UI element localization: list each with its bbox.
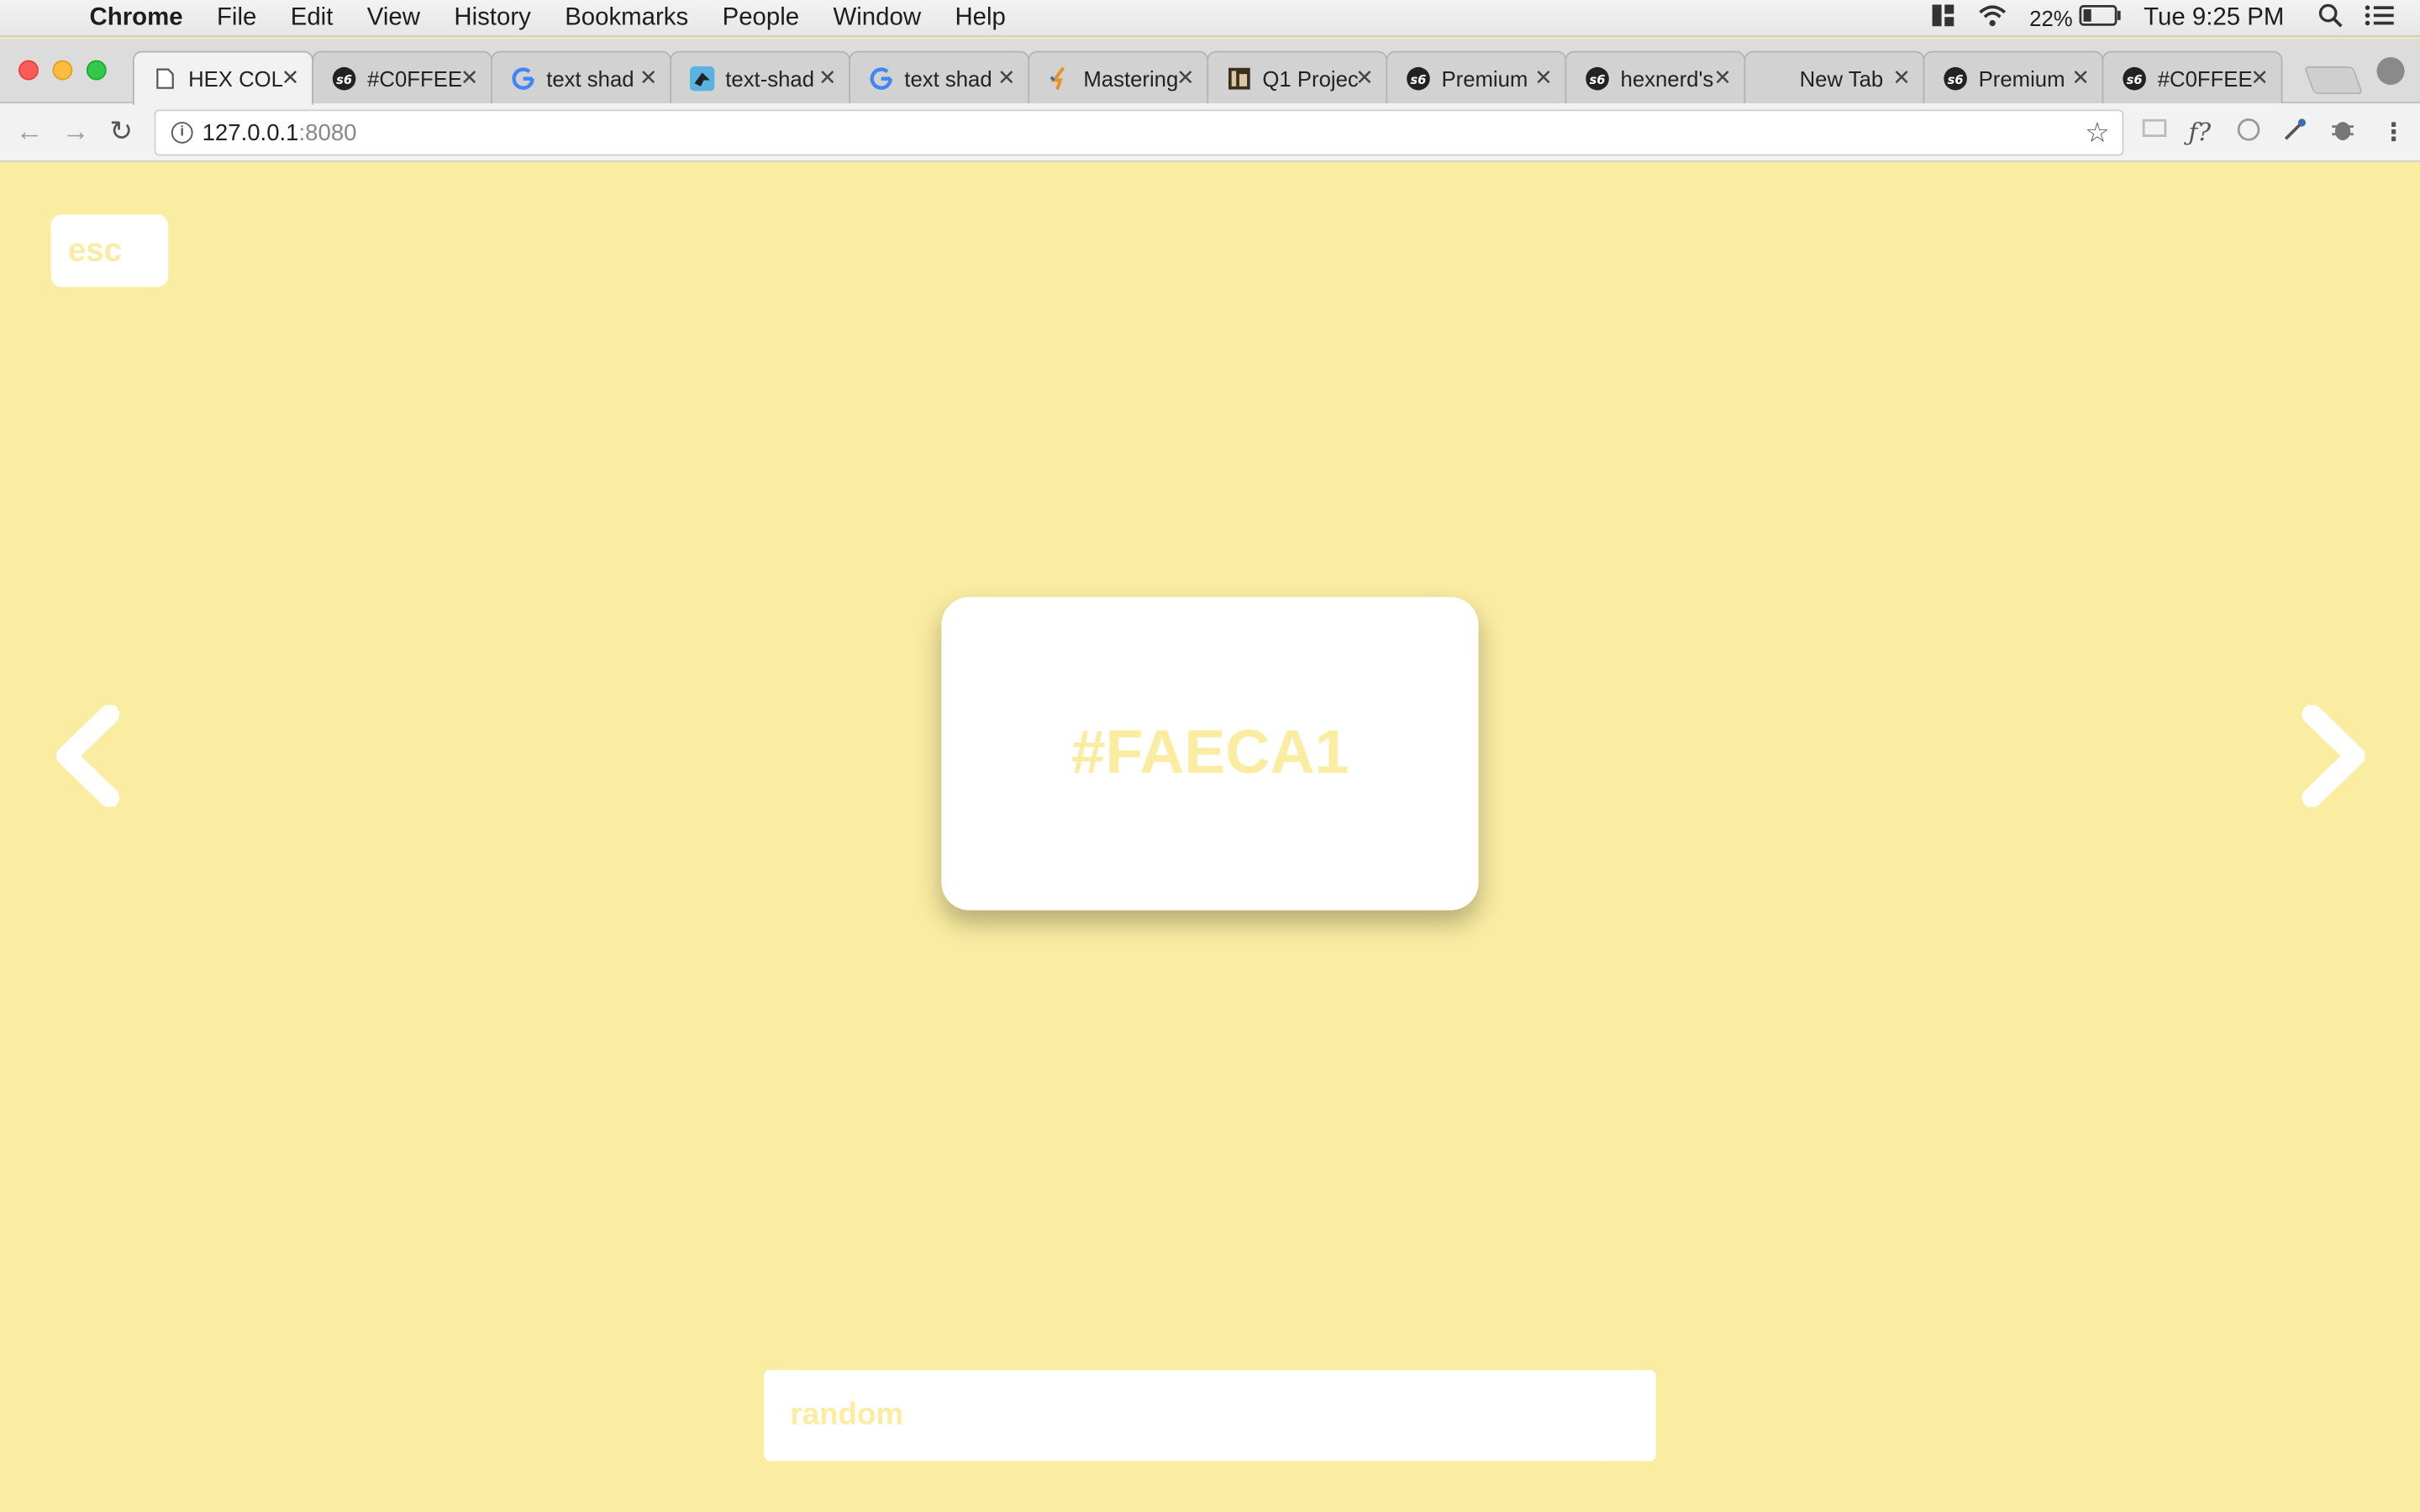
bird-icon: [690, 66, 715, 91]
svg-text:s6: s6: [2127, 72, 2143, 87]
profile-avatar-icon[interactable]: [2376, 56, 2405, 86]
url-port: :8080: [298, 119, 357, 146]
browser-tab[interactable]: text shad ✕: [849, 50, 1030, 104]
tab-title: Mastering: [1083, 66, 1179, 91]
page-content: esc #FAECA1 random: [0, 161, 2420, 1512]
svg-text:s6: s6: [1410, 72, 1426, 87]
clock[interactable]: Tue 9:25 PM: [2144, 5, 2284, 33]
so-icon: s6: [1406, 66, 1430, 90]
menu-file[interactable]: File: [217, 4, 256, 32]
forward-arrow-icon[interactable]: →: [61, 116, 89, 149]
so-icon: s6: [1585, 66, 1609, 90]
close-tab-icon[interactable]: ✕: [1713, 65, 1732, 91]
menu-chrome[interactable]: Chrome: [90, 4, 183, 32]
tab-title: #C0FFEE: [367, 66, 463, 91]
browser-tab[interactable]: s6 Premium ✕: [1923, 50, 2104, 104]
browser-tab[interactable]: s6 #C0FFEE ✕: [312, 50, 492, 104]
tab-title: #C0FFEE: [2157, 66, 2253, 91]
close-tab-icon[interactable]: ✕: [460, 65, 479, 91]
wifi-icon[interactable]: [1977, 3, 2008, 35]
close-tab-icon[interactable]: ✕: [818, 65, 837, 91]
tab-strip: HEX COL ✕ s6 #C0FFEE ✕ text shad ✕ text-shad ✕ te…: [0, 38, 2420, 105]
browser-tab[interactable]: text-shad ✕: [670, 50, 851, 104]
bug-extension-icon[interactable]: [2330, 118, 2354, 150]
reload-icon[interactable]: ↻: [109, 116, 133, 149]
google-icon: [869, 66, 893, 90]
notification-center-icon[interactable]: [2365, 3, 2396, 35]
menu-bookmarks[interactable]: Bookmarks: [565, 4, 688, 32]
next-arrow-icon[interactable]: [2300, 705, 2370, 807]
bookmark-star-icon[interactable]: ☆: [2085, 118, 2110, 150]
tab-title: text shad: [546, 66, 634, 91]
svg-text:s6: s6: [336, 72, 352, 87]
back-arrow-icon[interactable]: ←: [15, 116, 43, 149]
so-icon: s6: [332, 66, 356, 90]
eyedropper-extension-icon[interactable]: [2282, 118, 2307, 150]
tab-title: Premium: [1441, 66, 1528, 91]
esc-button[interactable]: esc: [50, 214, 169, 287]
menu-people[interactable]: People: [723, 4, 800, 32]
svg-text:s6: s6: [1948, 72, 1964, 87]
site-info-icon[interactable]: i: [171, 122, 193, 144]
close-tab-icon[interactable]: ✕: [1892, 65, 1911, 91]
close-tab-icon[interactable]: ✕: [2250, 65, 2269, 91]
close-tab-icon[interactable]: ✕: [1176, 65, 1195, 91]
doc-icon: [1227, 66, 1251, 90]
document-icon: [153, 66, 177, 91]
zoom-window-button[interactable]: [86, 60, 107, 81]
font-extension-icon[interactable]: ƒ?: [2188, 118, 2211, 147]
battery-icon[interactable]: [2079, 4, 2122, 34]
hex-color-card: #FAECA1: [941, 596, 1479, 911]
so-icon: s6: [2122, 66, 2146, 90]
browser-toolbar: ← → ↻ i 127.0.0.1:8080 ☆ ƒ? ⋮: [0, 103, 2420, 162]
window-controls: [18, 60, 120, 81]
close-tab-icon[interactable]: ✕: [281, 65, 300, 91]
previous-arrow-icon[interactable]: [51, 705, 122, 807]
macos-menu-bar: Chrome File Edit View History Bookmarks …: [0, 0, 2420, 38]
tab-title: New Tab: [1799, 66, 1884, 91]
address-bar[interactable]: i 127.0.0.1:8080 ☆: [154, 109, 2124, 156]
close-tab-icon[interactable]: ✕: [997, 65, 1016, 91]
tab-title: text shad: [904, 66, 992, 91]
close-tab-icon[interactable]: ✕: [1355, 65, 1374, 91]
menu-view[interactable]: View: [367, 4, 420, 32]
close-tab-icon[interactable]: ✕: [1534, 65, 1553, 91]
chrome-menu-icon[interactable]: ⋮: [2381, 118, 2406, 149]
close-window-button[interactable]: [18, 60, 39, 81]
extension-circle-icon[interactable]: [2236, 118, 2260, 150]
close-tab-icon[interactable]: ✕: [2071, 65, 2090, 91]
spark-icon: [1048, 66, 1072, 90]
url-host: 127.0.0.1: [202, 119, 299, 146]
google-icon: [511, 66, 535, 90]
tab-title: Q1 Projec: [1262, 66, 1359, 91]
tab-title: hexnerd's: [1620, 66, 1714, 91]
menu-help[interactable]: Help: [955, 4, 1005, 32]
browser-tab[interactable]: text shad ✕: [491, 50, 671, 104]
minimize-window-button[interactable]: [52, 60, 73, 81]
browser-tab[interactable]: Mastering ✕: [1028, 50, 1209, 104]
menu-window[interactable]: Window: [834, 4, 922, 32]
close-tab-icon[interactable]: ✕: [639, 65, 658, 91]
tab-title: Premium: [1978, 66, 2065, 91]
browser-tab[interactable]: s6 Premium ✕: [1386, 50, 1567, 104]
browser-tab[interactable]: New Tab ✕: [1744, 50, 1925, 104]
browser-tab[interactable]: Q1 Projec ✕: [1207, 50, 1388, 104]
tab-title: text-shad: [725, 66, 815, 91]
dashboard-icon[interactable]: [1931, 3, 1955, 35]
blank-favicon-icon: [1764, 66, 1788, 90]
tab-title: HEX COL: [188, 66, 283, 92]
so-icon: s6: [1943, 66, 1967, 90]
browser-tab[interactable]: HEX COL ✕: [132, 50, 313, 105]
cast-extension-icon[interactable]: [2142, 118, 2167, 147]
svg-text:s6: s6: [1590, 72, 1606, 87]
random-button[interactable]: random: [764, 1369, 1656, 1462]
new-tab-button[interactable]: [2303, 66, 2364, 95]
browser-tab[interactable]: s6 #C0FFEE ✕: [2102, 50, 2283, 104]
hex-code-label: #FAECA1: [1071, 718, 1349, 787]
battery-percent: 22%: [2029, 6, 2073, 31]
browser-tab[interactable]: s6 hexnerd's ✕: [1565, 50, 1746, 104]
menu-edit[interactable]: Edit: [291, 4, 334, 32]
menu-history[interactable]: History: [454, 4, 530, 32]
spotlight-search-icon[interactable]: [2318, 3, 2343, 35]
